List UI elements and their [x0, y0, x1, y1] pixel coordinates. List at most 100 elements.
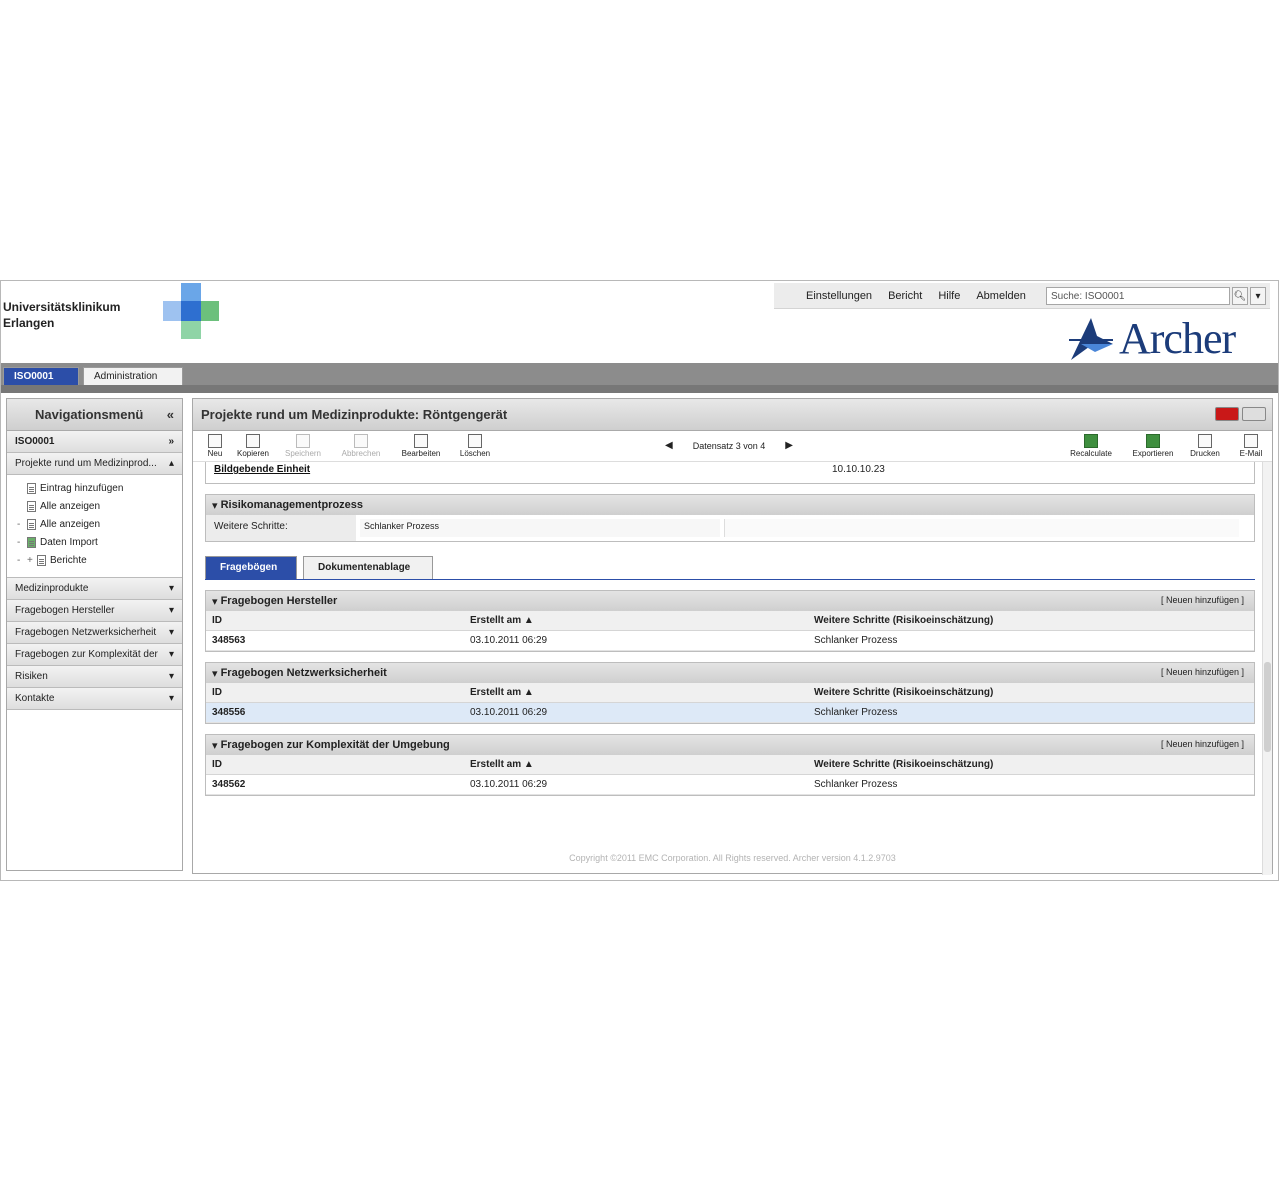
add-new-link[interactable]: [ Neuen hinzufügen ] — [1161, 595, 1244, 605]
column-id[interactable]: ID — [212, 687, 222, 698]
tab-administration[interactable]: Administration — [83, 367, 183, 385]
vertical-scrollbar[interactable] — [1262, 462, 1272, 875]
sidebar-section-iso0001[interactable]: ISO0001 » — [7, 431, 182, 453]
help-link[interactable]: Hilfe — [938, 290, 960, 302]
navigation-sidebar: Navigationsmenü « ISO0001 » Projekte run… — [6, 398, 183, 871]
sidebar-section-questionnaire-network[interactable]: Fragebogen Netzwerksicherheit ▾ — [7, 622, 182, 644]
print-icon — [1198, 434, 1212, 448]
print-button[interactable]: Drucken — [1183, 434, 1227, 458]
tree-item-show-all[interactable]: Alle anzeigen — [17, 497, 182, 515]
logout-link[interactable]: Abmelden — [976, 290, 1026, 302]
sidebar-section-risks[interactable]: Risiken ▾ — [7, 666, 182, 688]
cell-date: 03.10.2011 06:29 — [470, 707, 548, 718]
sidebar-section-label: Fragebogen Netzwerksicherheit — [15, 627, 157, 638]
tab-iso0001[interactable]: ISO0001 — [3, 367, 79, 385]
collapse-triangle-icon: ▾ — [212, 739, 221, 752]
risk-management-header[interactable]: ▾ Risikomanagementprozess — [206, 495, 1254, 515]
double-chevron-icon: » — [168, 436, 174, 447]
imaging-unit-link[interactable]: Bildgebende Einheit — [214, 464, 310, 475]
tree-item-add-entry[interactable]: Eintrag hinzufügen — [17, 479, 182, 497]
grid-title: Fragebogen Hersteller — [220, 595, 338, 607]
sidebar-section-label: Fragebogen Hersteller — [15, 605, 115, 616]
tree-item-reports[interactable]: - + Berichte — [17, 551, 182, 569]
sidebar-section-label: Medizinprodukte — [15, 583, 89, 594]
grid-column-header: ID Erstellt am ▲ Weitere Schritte (Risik… — [206, 683, 1254, 703]
cell-next-steps: Schlanker Prozess — [814, 707, 898, 718]
search-input[interactable] — [1046, 287, 1230, 305]
delete-button[interactable]: Löschen — [453, 434, 497, 458]
previous-record-icon[interactable]: ◀ — [665, 440, 673, 451]
grid-header[interactable]: ▾ Fragebogen Netzwerksicherheit [ Neuen … — [206, 663, 1254, 683]
grid-header[interactable]: ▾ Fragebogen zur Komplexität der Umgebun… — [206, 735, 1254, 755]
tree-item-label: Daten Import — [40, 536, 98, 548]
export-icon — [1146, 434, 1160, 448]
sidebar-section-label: Risiken — [15, 671, 48, 682]
tab-questionnaires[interactable]: Fragebögen — [205, 556, 297, 579]
recalculate-button[interactable]: Recalculate — [1065, 434, 1117, 458]
close-record-icon[interactable] — [1215, 407, 1239, 421]
column-next-steps[interactable]: Weitere Schritte (Risikoeinschätzung) — [814, 687, 993, 698]
tree-connector-icon: - — [17, 536, 21, 548]
collapse-triangle-icon: ▾ — [212, 499, 221, 512]
column-id[interactable]: ID — [212, 615, 222, 626]
sidebar-section-questionnaire-complexity[interactable]: Fragebogen zur Komplexität der ▾ — [7, 644, 182, 666]
collapse-sidebar-icon[interactable]: « — [167, 407, 174, 422]
document-icon — [27, 500, 36, 512]
sidebar-group-projects[interactable]: Projekte rund um Medizinprod... ▴ — [7, 453, 182, 475]
record-title: Projekte rund um Medizinprodukte: Röntge… — [193, 399, 1272, 431]
column-created[interactable]: Erstellt am ▲ — [470, 759, 534, 770]
column-created[interactable]: Erstellt am ▲ — [470, 687, 534, 698]
cell-id[interactable]: 348562 — [212, 779, 245, 790]
sidebar-section-questionnaire-manufacturer[interactable]: Fragebogen Hersteller ▾ — [7, 600, 182, 622]
record-pager: ◀ Datensatz 3 von 4 ▶ — [665, 440, 793, 451]
next-record-icon[interactable]: ▶ — [785, 440, 793, 451]
column-created[interactable]: Erstellt am ▲ — [470, 615, 534, 626]
sidebar-section-medical-products[interactable]: Medizinprodukte ▾ — [7, 578, 182, 600]
cell-id[interactable]: 348563 — [212, 635, 245, 646]
cell-id[interactable]: 348556 — [212, 707, 245, 718]
cancel-button[interactable]: Abbrechen — [339, 434, 383, 458]
org-line-1: Universitätsklinikum — [3, 300, 121, 314]
chevron-down-icon: ▾ — [168, 627, 174, 638]
edit-button[interactable]: Bearbeiten — [399, 434, 443, 458]
search-options-dropdown-icon[interactable]: ▾ — [1250, 287, 1266, 305]
envelope-icon — [1244, 434, 1258, 448]
add-new-link[interactable]: [ Neuen hinzufügen ] — [1161, 667, 1244, 677]
scrollbar-thumb[interactable] — [1264, 662, 1271, 752]
column-next-steps[interactable]: Weitere Schritte (Risikoeinschätzung) — [814, 615, 993, 626]
search-icon[interactable]: 🔍︎ — [1232, 287, 1248, 305]
record-title-text: Projekte rund um Medizinprodukte: Röntge… — [201, 407, 508, 422]
sidebar-group-label: Projekte rund um Medizinprod... — [15, 458, 157, 469]
archer-logo: Archer — [1067, 313, 1267, 363]
tree-item-data-import[interactable]: - Daten Import — [17, 533, 182, 551]
table-row[interactable]: 348556 03.10.2011 06:29 Schlanker Prozes… — [206, 703, 1254, 723]
grid-questionnaire-network: ▾ Fragebogen Netzwerksicherheit [ Neuen … — [205, 662, 1255, 724]
column-next-steps[interactable]: Weitere Schritte (Risikoeinschätzung) — [814, 759, 993, 770]
tree-item-label: Alle anzeigen — [40, 500, 101, 512]
record-toolbar: Neu Kopieren Speichern Abbrechen Bearbei… — [193, 432, 1272, 462]
export-button[interactable]: Exportieren — [1127, 434, 1179, 458]
pager-text: Datensatz 3 von 4 — [692, 440, 766, 451]
tree-item-show-all-2[interactable]: - Alle anzeigen — [17, 515, 182, 533]
expand-plus-icon[interactable]: + — [27, 555, 37, 566]
email-button[interactable]: E-Mail — [1229, 434, 1273, 458]
grid-header[interactable]: ▾ Fragebogen Hersteller [ Neuen hinzufüg… — [206, 591, 1254, 611]
copy-button[interactable]: Kopieren — [231, 434, 275, 458]
table-row[interactable]: 348563 03.10.2011 06:29 Schlanker Prozes… — [206, 631, 1254, 651]
tab-document-storage[interactable]: Dokumentenablage — [303, 556, 433, 579]
next-steps-value: Schlanker Prozess — [360, 519, 720, 537]
sidebar-section-contacts[interactable]: Kontakte ▾ — [7, 688, 182, 710]
table-row[interactable]: 348562 03.10.2011 06:29 Schlanker Prozes… — [206, 775, 1254, 795]
toolbar-label: Löschen — [459, 449, 491, 458]
add-new-link[interactable]: [ Neuen hinzufügen ] — [1161, 739, 1244, 749]
new-record-icon — [208, 434, 222, 448]
cell-date: 03.10.2011 06:29 — [470, 779, 548, 790]
save-button[interactable]: Speichern — [281, 434, 325, 458]
column-id[interactable]: ID — [212, 759, 222, 770]
maximize-record-icon[interactable] — [1242, 407, 1266, 421]
collapse-triangle-icon: ▾ — [212, 595, 221, 608]
report-link[interactable]: Bericht — [888, 290, 922, 302]
org-line-2: Erlangen — [3, 316, 55, 330]
archer-logo-text: Archer — [1119, 313, 1236, 363]
settings-link[interactable]: Einstellungen — [806, 290, 872, 302]
